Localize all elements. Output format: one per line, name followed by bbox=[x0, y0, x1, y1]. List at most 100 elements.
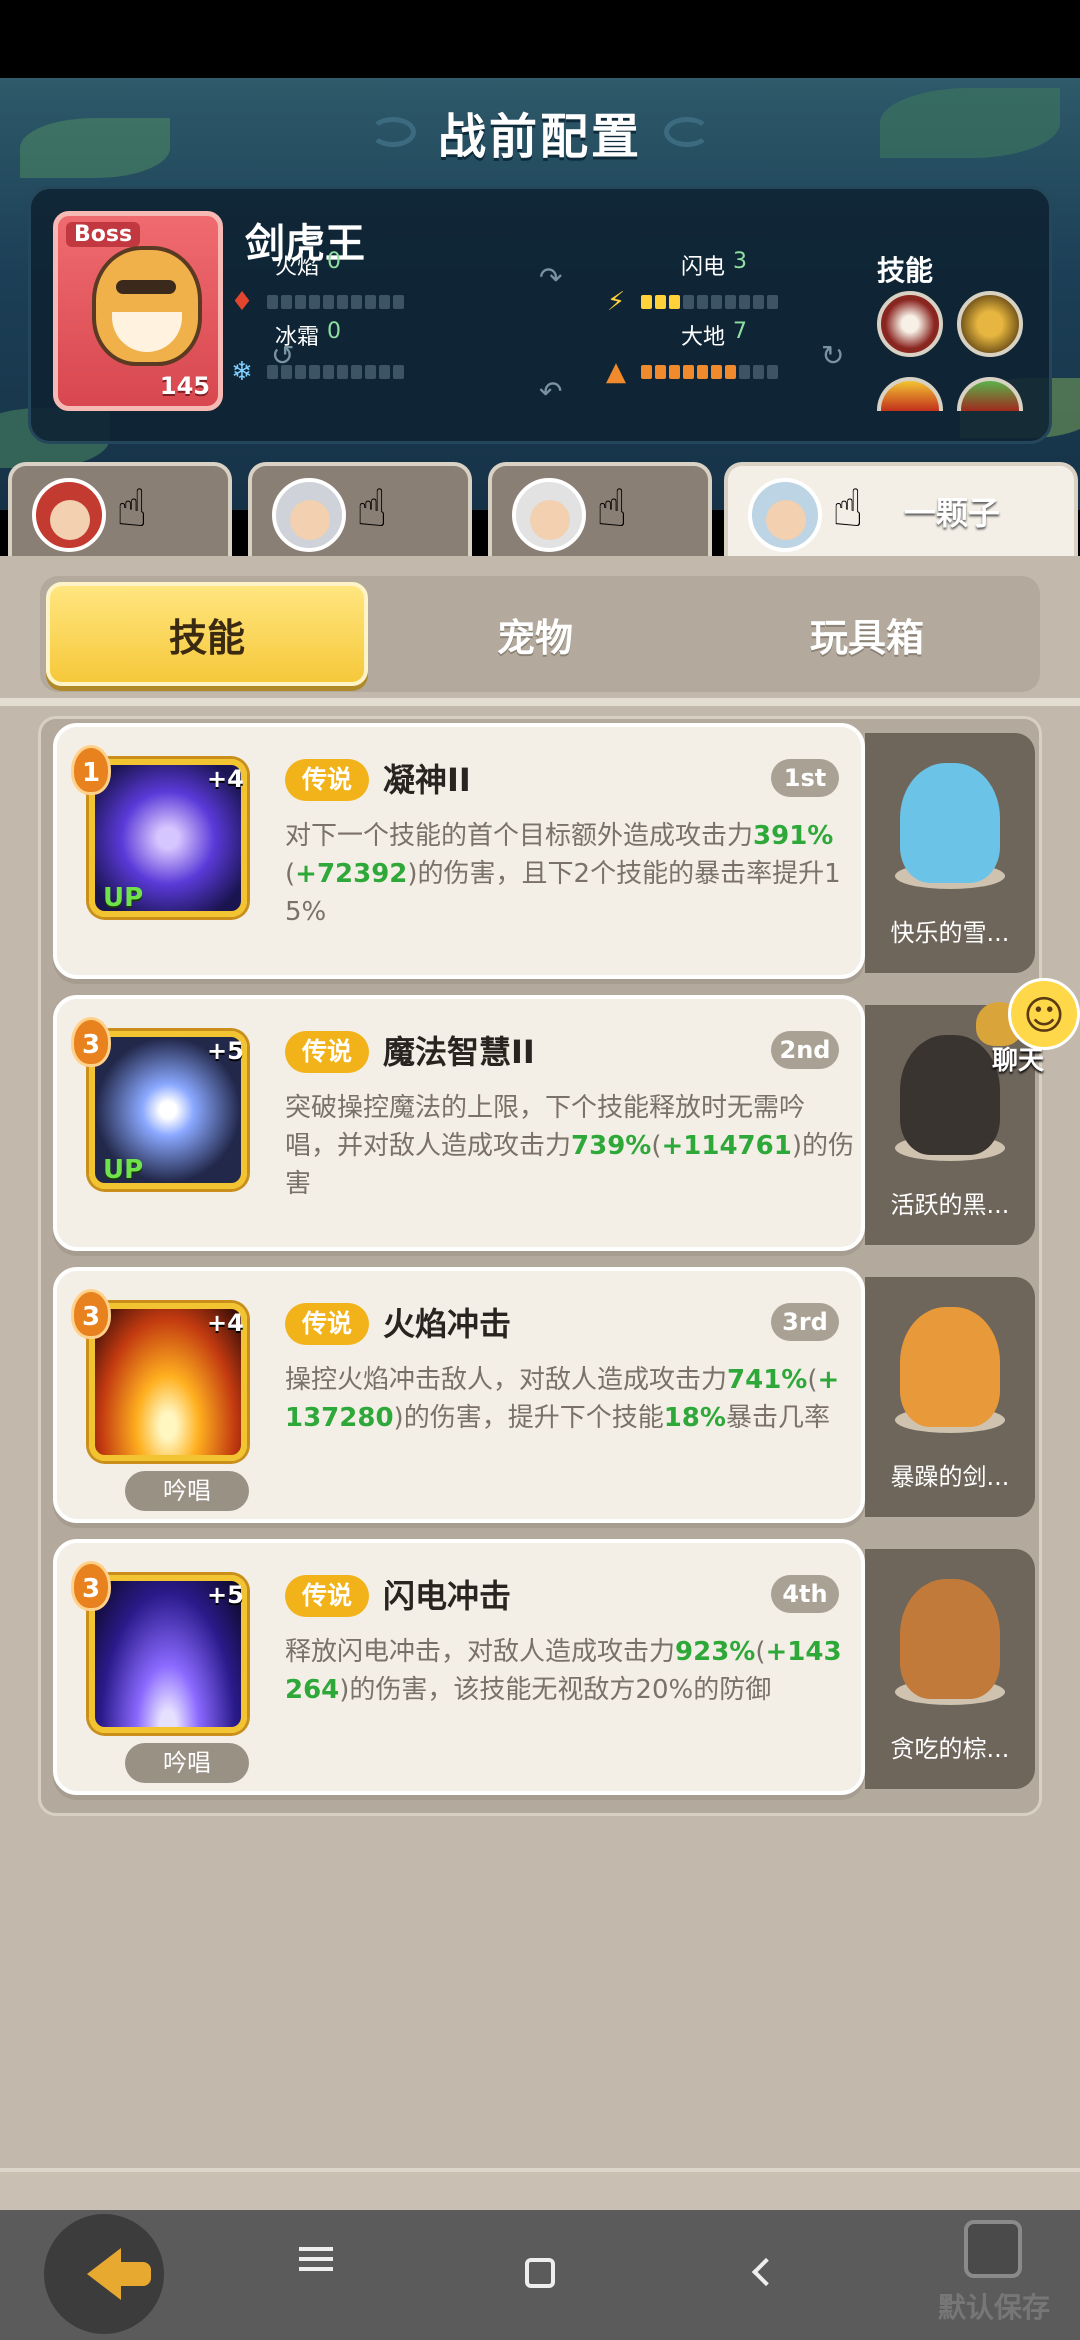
bar-segment bbox=[379, 365, 390, 379]
hero-tab-3[interactable]: ☝ bbox=[488, 462, 712, 556]
menu-icon bbox=[299, 2257, 333, 2261]
element-label: 大地 bbox=[681, 325, 726, 350]
earth-icon: ▲ bbox=[606, 357, 626, 387]
back-arrow-icon bbox=[87, 2248, 151, 2300]
skill-card[interactable]: 3 +5 吟唱 传说 闪电冲击 4th 释放闪电冲击，对敌人造成攻击力923%(… bbox=[53, 1539, 865, 1795]
bar-segment bbox=[365, 365, 376, 379]
skill-description: 释放闪电冲击，对敌人造成攻击力923%(+143264)的伤害，该技能无视敌方2… bbox=[285, 1633, 855, 1709]
bar-segment bbox=[711, 295, 722, 309]
tab-toybox[interactable]: 玩具箱 bbox=[706, 582, 1028, 686]
content-area: 技能 宠物 玩具箱 快乐的雪... 1 +4 UP 传说 凝神II 1st 对下… bbox=[0, 556, 1080, 2210]
rarity-badge: 传说 bbox=[285, 1575, 369, 1617]
pet-slot-4[interactable]: 贪吃的棕... bbox=[865, 1549, 1035, 1789]
avatar bbox=[748, 478, 822, 552]
hero-tab-4[interactable]: ☝ 一颗子 bbox=[724, 462, 1078, 564]
skill-description: 突破操控魔法的上限，下个技能释放时无需吟唱，并对敌人造成攻击力739%(+114… bbox=[285, 1089, 855, 1203]
rarity-badge: 传说 bbox=[285, 1303, 369, 1345]
hero-tab-1[interactable]: ☝ bbox=[8, 462, 232, 556]
desc-text: ( bbox=[651, 1131, 662, 1161]
element-fire: 火焰 0 ♦ bbox=[227, 249, 404, 317]
skill-card[interactable]: 3 +4 吟唱 传说 火焰冲击 3rd 操控火焰冲击敌人，对敌人造成攻击力741… bbox=[53, 1267, 865, 1523]
pointing-hand-icon: ☝ bbox=[116, 479, 148, 539]
system-back-button[interactable] bbox=[736, 2250, 796, 2294]
bar-segment bbox=[767, 295, 778, 309]
element-value: 7 bbox=[733, 319, 748, 344]
sabertooth-pet-icon bbox=[900, 1307, 1000, 1427]
tab-pets[interactable]: 宠物 bbox=[374, 582, 696, 686]
boss-skill-bite-icon[interactable] bbox=[877, 291, 943, 357]
element-lightning: 闪电 3 ⚡ bbox=[601, 249, 778, 317]
skill-up-badge: UP bbox=[103, 1155, 144, 1185]
boss-skill-earth-icon[interactable] bbox=[957, 377, 1023, 411]
desc-value: 391% bbox=[753, 821, 834, 851]
pet-slot-3[interactable]: 暴躁的剑... bbox=[865, 1277, 1035, 1517]
chat-label: 聊天 bbox=[992, 1046, 1045, 1076]
checkbox-icon bbox=[964, 2220, 1022, 2278]
skill-level: 3 bbox=[71, 1289, 111, 1339]
bar-segment bbox=[309, 365, 320, 379]
bar-segment bbox=[753, 365, 764, 379]
bar-segment bbox=[683, 295, 694, 309]
fire-icon: ♦ bbox=[230, 287, 254, 317]
desc-value: +114761 bbox=[661, 1131, 792, 1161]
skill-plus: +4 bbox=[207, 765, 244, 793]
pointing-hand-icon: ☝ bbox=[596, 479, 628, 539]
segmented-control: 技能 宠物 玩具箱 bbox=[40, 576, 1040, 692]
skill-plus: +5 bbox=[207, 1037, 244, 1065]
boss-skill-roar-icon[interactable] bbox=[877, 377, 943, 411]
bar-segment bbox=[697, 295, 708, 309]
boss-skill-claw-icon[interactable] bbox=[957, 291, 1023, 357]
element-label: 火焰 bbox=[275, 255, 320, 280]
pet-slot-1[interactable]: 快乐的雪... bbox=[865, 733, 1035, 973]
skill-name: 火焰冲击 bbox=[383, 1305, 512, 1343]
bar-segment bbox=[641, 365, 652, 379]
skill-name: 闪电冲击 bbox=[383, 1577, 512, 1615]
bar-segment bbox=[393, 365, 404, 379]
pointing-hand-icon: ☝ bbox=[356, 479, 388, 539]
bar-segment bbox=[711, 365, 722, 379]
skill-up-badge: UP bbox=[103, 883, 144, 913]
skill-order: 1st bbox=[771, 759, 839, 797]
skill-order: 4th bbox=[771, 1575, 839, 1613]
boss-badge: Boss bbox=[66, 222, 141, 247]
hero-tab-2[interactable]: ☝ bbox=[248, 462, 472, 556]
bar-segment bbox=[767, 365, 778, 379]
divider bbox=[0, 698, 1080, 706]
swirl-ornament-icon bbox=[369, 117, 416, 147]
pet-name: 活跃的黑... bbox=[890, 1191, 1010, 1219]
desc-value: 18% bbox=[663, 1403, 726, 1433]
chat-button[interactable]: ☺ 聊天 bbox=[976, 978, 1080, 1088]
menu-button[interactable] bbox=[286, 2250, 346, 2268]
desc-text: ( bbox=[755, 1637, 766, 1667]
tab-skills[interactable]: 技能 bbox=[46, 582, 368, 686]
skill-card[interactable]: 1 +4 UP 传说 凝神II 1st 对下一个技能的首个目标额外造成攻击力39… bbox=[53, 723, 865, 979]
bar-segment bbox=[683, 365, 694, 379]
element-bar bbox=[641, 365, 778, 379]
bar-segment bbox=[337, 365, 348, 379]
bar-segment bbox=[739, 295, 750, 309]
bottom-bar: 默认保存 bbox=[0, 2210, 1080, 2340]
bar-segment bbox=[739, 365, 750, 379]
brown-bee-pet-icon bbox=[900, 1579, 1000, 1699]
title-bar: 战前配置 bbox=[0, 78, 1080, 186]
element-frost: 冰霜 0 ❄ bbox=[227, 319, 404, 387]
home-button[interactable] bbox=[510, 2250, 570, 2296]
skill-card[interactable]: 3 +5 UP 传说 魔法智慧II 2nd 突破操控魔法的上限，下个技能释放时无… bbox=[53, 995, 865, 1251]
desc-text: 暴击几率 bbox=[725, 1403, 830, 1433]
bar-segment bbox=[725, 295, 736, 309]
desc-text: 释放闪电冲击，对敌人造成攻击力 bbox=[285, 1637, 676, 1667]
pet-name: 快乐的雪... bbox=[890, 919, 1010, 947]
desc-value: 741% bbox=[727, 1365, 808, 1395]
bar-segment bbox=[267, 295, 278, 309]
element-earth: 大地 7 ▲ bbox=[601, 319, 778, 387]
default-save-toggle[interactable]: 默认保存 bbox=[934, 2220, 1054, 2330]
avatar bbox=[272, 478, 346, 552]
desc-text: ( bbox=[285, 859, 296, 889]
boss-portrait[interactable]: Boss 145 bbox=[53, 211, 223, 411]
bar-segment bbox=[641, 295, 652, 309]
game-back-button[interactable] bbox=[44, 2214, 164, 2334]
bar-segment bbox=[655, 365, 666, 379]
bar-segment bbox=[295, 295, 306, 309]
desc-text: )的伤害，提升下个技能 bbox=[393, 1403, 664, 1433]
element-bar bbox=[641, 295, 778, 309]
